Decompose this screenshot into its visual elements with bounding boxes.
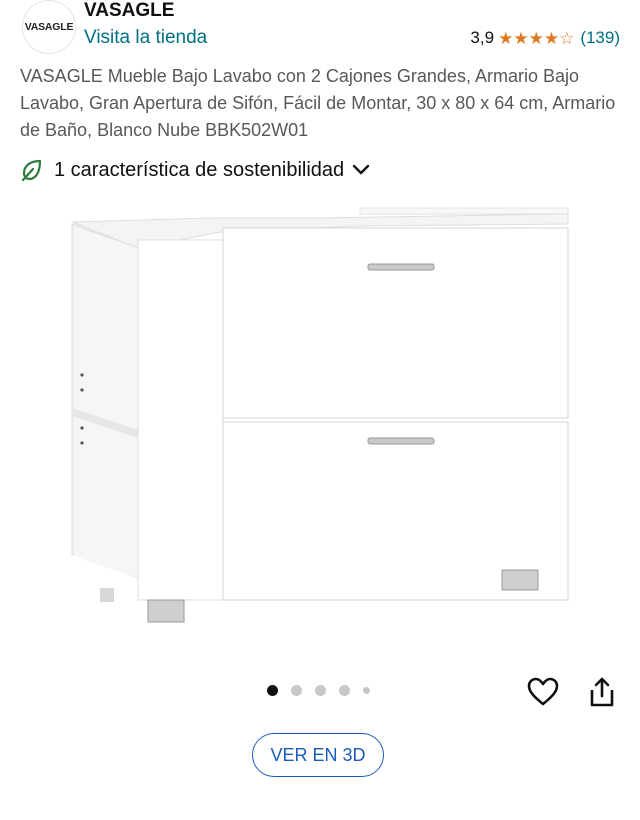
product-title: VASAGLE Mueble Bajo Lavabo con 2 Cajones… (20, 66, 616, 140)
star-icon: ★ (528, 28, 544, 48)
header: VASAGLE VASAGLE Visita la tienda 3,9 ★ ★… (0, 0, 640, 60)
rating[interactable]: 3,9 ★ ★ ★ ★ ☆ (139) (470, 28, 620, 48)
foot-back-left (100, 588, 114, 602)
rating-value: 3,9 (470, 28, 495, 47)
view-3d-button[interactable]: VER EN 3D (252, 733, 384, 777)
foot-front-left (147, 599, 185, 623)
top-drawer-handle (367, 263, 435, 271)
carousel-dot[interactable] (291, 685, 302, 696)
rating-count[interactable]: (139) (580, 28, 620, 48)
sustainability-label: 1 característica de sostenibilidad (54, 158, 345, 181)
sustainability-toggle[interactable]: 1 característica de sostenibilidad (20, 158, 370, 182)
foot-front-right (501, 569, 539, 591)
top-drawer (222, 227, 569, 419)
carousel-dot[interactable] (315, 685, 326, 696)
store-logo[interactable]: VASAGLE (22, 0, 76, 54)
carousel-dot[interactable] (363, 687, 370, 694)
chevron-down-icon (352, 164, 370, 175)
sink-cutout (359, 207, 569, 215)
star-icon: ★ (513, 28, 529, 48)
brand-name: VASAGLE (84, 0, 175, 21)
open-shelf (74, 226, 138, 578)
front-column (137, 239, 224, 601)
carousel-dot[interactable] (339, 685, 350, 696)
heart-icon[interactable] (527, 676, 559, 708)
logo-text: VASAGLE (24, 21, 74, 33)
leaf-icon (21, 159, 42, 182)
star-rating: ★ ★ ★ ★ ☆ (498, 30, 574, 47)
carousel-dot[interactable] (267, 685, 278, 696)
star-outline-icon: ☆ (559, 28, 575, 48)
star-icon: ★ (543, 28, 560, 48)
bottom-drawer-handle (367, 437, 435, 445)
share-icon[interactable] (588, 675, 616, 709)
product-image[interactable] (60, 200, 580, 640)
visit-store-link[interactable]: Visita la tienda (84, 27, 207, 49)
star-icon: ★ (498, 28, 514, 48)
